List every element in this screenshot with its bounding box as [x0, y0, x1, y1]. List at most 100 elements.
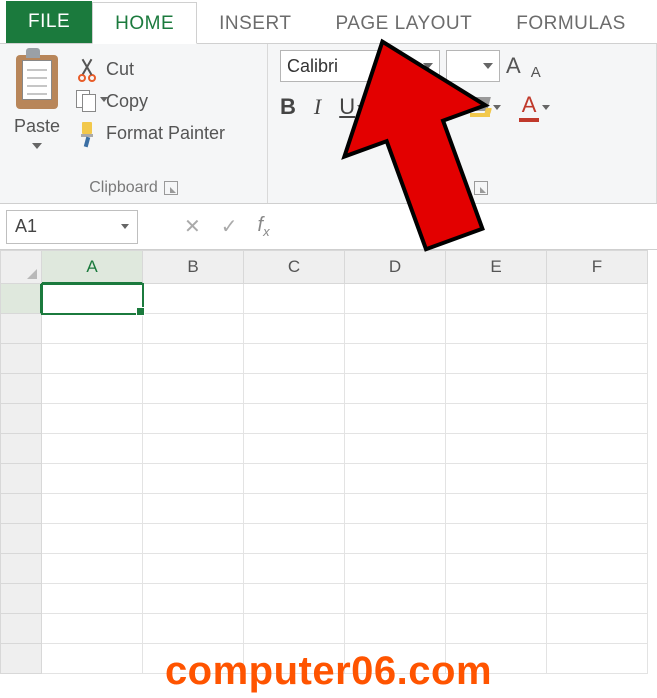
format-painter-button[interactable]: Format Painter — [76, 122, 225, 144]
cell[interactable] — [143, 314, 244, 344]
cell[interactable] — [547, 554, 648, 584]
cell[interactable] — [143, 554, 244, 584]
cell[interactable] — [446, 434, 547, 464]
cell[interactable] — [244, 524, 345, 554]
cell[interactable] — [244, 584, 345, 614]
cell[interactable] — [547, 464, 648, 494]
cell[interactable] — [446, 524, 547, 554]
cell[interactable] — [345, 614, 446, 644]
cell[interactable] — [42, 314, 143, 344]
cell[interactable] — [143, 404, 244, 434]
cell[interactable] — [345, 464, 446, 494]
formula-bar[interactable] — [270, 226, 657, 227]
row-header[interactable] — [0, 284, 42, 314]
chevron-down-icon[interactable] — [357, 105, 365, 110]
cell[interactable] — [547, 284, 648, 314]
cell[interactable] — [446, 374, 547, 404]
cell[interactable] — [345, 554, 446, 584]
cell[interactable] — [345, 374, 446, 404]
chevron-down-icon[interactable] — [423, 63, 433, 69]
row-header[interactable] — [0, 614, 42, 644]
cell[interactable] — [42, 554, 143, 584]
increase-font-size-button[interactable]: A — [506, 53, 521, 79]
tab-home[interactable]: HOME — [92, 2, 197, 44]
cell[interactable] — [547, 584, 648, 614]
column-header[interactable]: E — [446, 250, 547, 284]
cell[interactable] — [446, 494, 547, 524]
row-header[interactable] — [0, 584, 42, 614]
cell[interactable] — [143, 374, 244, 404]
cell[interactable] — [143, 494, 244, 524]
cell[interactable] — [244, 614, 345, 644]
tab-formulas[interactable]: FORMULAS — [494, 3, 648, 43]
cell[interactable] — [143, 344, 244, 374]
fill-color-split-button[interactable] — [470, 97, 501, 117]
chevron-down-icon[interactable] — [425, 105, 433, 110]
cell[interactable] — [446, 614, 547, 644]
cell[interactable] — [143, 614, 244, 644]
cell-a1[interactable] — [42, 284, 143, 314]
cell[interactable] — [446, 344, 547, 374]
clipboard-dialog-launcher[interactable] — [164, 181, 178, 195]
cut-button[interactable]: Cut — [76, 58, 225, 80]
font-dialog-launcher[interactable] — [474, 181, 488, 195]
cell[interactable] — [42, 344, 143, 374]
cell[interactable] — [547, 314, 648, 344]
font-color-split-button[interactable]: A — [519, 92, 550, 122]
cell[interactable] — [244, 494, 345, 524]
cell[interactable] — [42, 464, 143, 494]
cell[interactable] — [143, 524, 244, 554]
tab-insert[interactable]: INSERT — [197, 3, 313, 43]
cell[interactable] — [446, 284, 547, 314]
cell[interactable] — [42, 434, 143, 464]
row-header[interactable] — [0, 524, 42, 554]
tab-page-layout[interactable]: PAGE LAYOUT — [313, 3, 494, 43]
cell[interactable] — [547, 404, 648, 434]
cell[interactable] — [143, 584, 244, 614]
chevron-down-icon[interactable] — [483, 63, 493, 69]
decrease-font-size-button[interactable]: A — [531, 64, 541, 81]
cell[interactable] — [143, 434, 244, 464]
column-header[interactable]: F — [547, 250, 648, 284]
cell[interactable] — [244, 554, 345, 584]
cell[interactable] — [244, 284, 345, 314]
cell[interactable] — [345, 314, 446, 344]
font-size-combo[interactable] — [446, 50, 500, 82]
row-header[interactable] — [0, 374, 42, 404]
row-header[interactable] — [0, 464, 42, 494]
cell[interactable] — [244, 344, 345, 374]
cell[interactable] — [345, 344, 446, 374]
column-header[interactable]: A — [42, 250, 143, 284]
cell[interactable] — [547, 344, 648, 374]
chevron-down-icon[interactable] — [542, 105, 550, 110]
copy-split-button[interactable]: Copy — [76, 90, 225, 112]
cell[interactable] — [446, 464, 547, 494]
cell[interactable] — [446, 404, 547, 434]
cell[interactable] — [547, 494, 648, 524]
cell[interactable] — [547, 524, 648, 554]
cell[interactable] — [42, 614, 143, 644]
column-header[interactable]: B — [143, 250, 244, 284]
chevron-down-icon[interactable] — [32, 143, 42, 149]
enter-formula-button[interactable]: ✓ — [221, 214, 238, 239]
cell[interactable] — [42, 584, 143, 614]
cell[interactable] — [446, 314, 547, 344]
column-header[interactable]: C — [244, 250, 345, 284]
chevron-down-icon[interactable] — [493, 105, 501, 110]
chevron-down-icon[interactable] — [121, 224, 129, 229]
name-box[interactable]: A1 — [6, 210, 138, 244]
cell[interactable] — [244, 434, 345, 464]
cancel-formula-button[interactable]: ✕ — [184, 214, 201, 239]
font-name-combo[interactable]: Calibri — [280, 50, 440, 82]
underline-split-button[interactable]: U — [339, 94, 365, 120]
cell[interactable] — [547, 434, 648, 464]
cell[interactable] — [345, 494, 446, 524]
row-header[interactable] — [0, 344, 42, 374]
cell[interactable] — [446, 584, 547, 614]
cell[interactable] — [244, 314, 345, 344]
cell[interactable] — [345, 434, 446, 464]
italic-button[interactable]: I — [314, 94, 321, 120]
cell[interactable] — [345, 524, 446, 554]
cell[interactable] — [345, 584, 446, 614]
cell[interactable] — [143, 464, 244, 494]
